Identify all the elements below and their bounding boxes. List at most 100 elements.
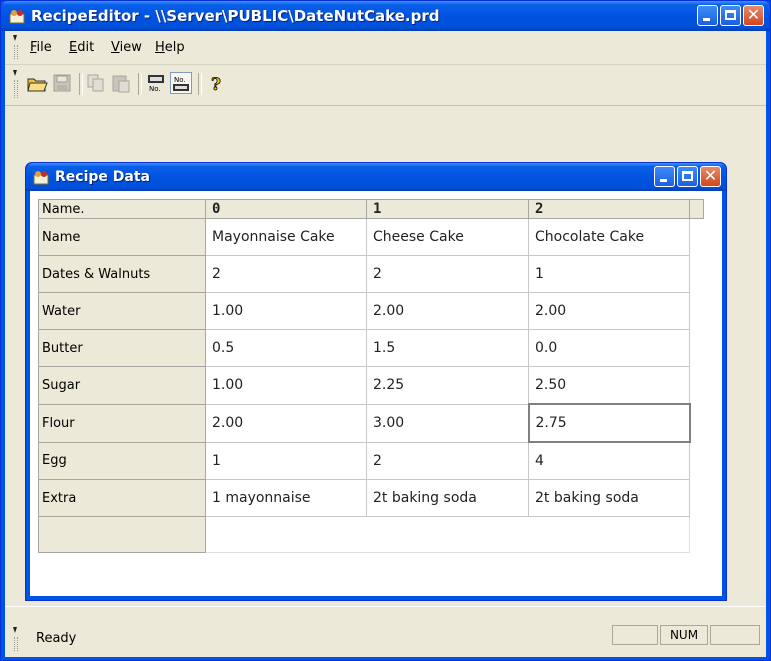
grid-row-header[interactable]: Name: [38, 218, 206, 256]
grid-row-header[interactable]: Flour: [38, 403, 206, 443]
record-number-button[interactable]: No.: [145, 72, 167, 94]
grid-row: Water 1.00 2.00 2.00: [38, 292, 704, 330]
app-window: RecipeEditor - \\Server\PUBLIC\DateNutCa…: [0, 0, 771, 661]
grid-row-header[interactable]: Name.: [38, 199, 206, 219]
help-question-icon: ?: [211, 75, 222, 96]
copy-icon: [87, 74, 104, 92]
grid-row-header[interactable]: Extra: [38, 479, 206, 517]
grid-row-header[interactable]: Sugar: [38, 366, 206, 405]
save-disk-icon: [53, 74, 71, 92]
maximize-icon: [682, 171, 693, 181]
grid-cell[interactable]: 2.25: [366, 366, 529, 405]
grid-row: Egg 1 2 4: [38, 441, 704, 480]
grid-cell[interactable]: 2: [205, 255, 367, 293]
grid-row-header[interactable]: [38, 516, 206, 553]
grid-cell[interactable]: 1.00: [205, 292, 367, 330]
minimize-button[interactable]: [697, 5, 718, 26]
recipe-window-icon[interactable]: [33, 169, 49, 185]
grid-cell[interactable]: 3.00: [366, 403, 529, 443]
grid-filler: [690, 256, 704, 293]
grid-row-header[interactable]: Egg: [38, 441, 206, 480]
grid-cell[interactable]: 1 mayonnaise: [205, 479, 367, 517]
grid-cell[interactable]: 4: [528, 441, 690, 480]
status-pane-scroll: [710, 625, 760, 645]
close-button[interactable]: ✕: [743, 5, 764, 26]
open-folder-icon: [27, 78, 48, 92]
record-number-alt-button[interactable]: No.: [170, 72, 192, 94]
grid-cell[interactable]: 1: [528, 255, 690, 293]
grid-filler: [690, 293, 704, 330]
menu-view[interactable]: View: [111, 40, 142, 55]
grid-cell[interactable]: Mayonnaise Cake: [205, 218, 367, 256]
grid-cell-empty[interactable]: [205, 516, 690, 553]
grid-cell[interactable]: 2.50: [528, 366, 690, 405]
minimize-icon: [703, 18, 710, 21]
maximize-button[interactable]: [720, 5, 741, 26]
grid-row: Butter 0.5 1.5 0.0: [38, 329, 704, 367]
grid-cell[interactable]: 2t baking soda: [528, 479, 690, 517]
grid-filler: [690, 404, 704, 442]
grid-cell[interactable]: 1.00: [205, 366, 367, 405]
grid-cell[interactable]: 2: [366, 441, 529, 480]
grid-cell[interactable]: 1.5: [366, 329, 529, 367]
statusbar-grip-handle[interactable]: [13, 627, 18, 653]
grid-row-header[interactable]: Butter: [38, 329, 206, 367]
close-icon: ✕: [703, 166, 718, 185]
grid-cell[interactable]: 2.00: [528, 292, 690, 330]
menu-help[interactable]: Help: [155, 40, 185, 55]
grid-filler: [690, 480, 704, 517]
status-bar: Ready NUM: [5, 606, 766, 657]
toolbar-separator: [138, 73, 142, 95]
toolbar-separator: [79, 73, 83, 95]
grid-column-header[interactable]: 2: [528, 199, 690, 219]
child-title-bar[interactable]: Recipe Data ✕: [26, 163, 726, 191]
menu-edit[interactable]: Edit: [69, 40, 94, 55]
grid-cell[interactable]: 2.00: [366, 292, 529, 330]
toolbar-grip-handle[interactable]: [13, 70, 18, 100]
grid-cell[interactable]: 1: [205, 441, 367, 480]
grid-cell[interactable]: 0.5: [205, 329, 367, 367]
grid-row: Flour 2.00 3.00 2.75: [38, 403, 704, 443]
copy-button[interactable]: [85, 72, 107, 94]
open-button[interactable]: [26, 72, 48, 94]
svg-text:No.: No.: [174, 76, 186, 84]
app-icon[interactable]: [9, 8, 25, 24]
grid-cell[interactable]: 2t baking soda: [366, 479, 529, 517]
grid-row-header[interactable]: Water: [38, 292, 206, 330]
child-minimize-button[interactable]: [654, 166, 675, 187]
grid-cell[interactable]: 2: [366, 255, 529, 293]
maximize-icon: [725, 10, 736, 20]
mdi-client-area: Recipe Data ✕ Name. 0 1 2 Name Mayonnais…: [5, 106, 766, 605]
window-title: RecipeEditor - \\Server\PUBLIC\DateNutCa…: [31, 7, 440, 25]
grid-row-empty: [38, 516, 704, 553]
recipe-grid-area: Name. 0 1 2 Name Mayonnaise Cake Cheese …: [30, 191, 722, 596]
recipe-grid: Name. 0 1 2 Name Mayonnaise Cake Cheese …: [38, 199, 704, 553]
grid-filler: [690, 367, 704, 405]
client-area: File Edit View Help No. No. ? Recipe Dat…: [5, 31, 766, 657]
grid-cell-selected[interactable]: 2.75: [527, 403, 691, 443]
grid-row: Extra 1 mayonnaise 2t baking soda 2t bak…: [38, 479, 704, 517]
grid-column-header[interactable]: 1: [366, 199, 529, 219]
child-maximize-button[interactable]: [677, 166, 698, 187]
grid-cell[interactable]: 0.0: [528, 329, 690, 367]
menu-file[interactable]: File: [30, 40, 52, 55]
svg-text:No.: No.: [149, 85, 161, 93]
title-bar[interactable]: RecipeEditor - \\Server\PUBLIC\DateNutCa…: [1, 1, 770, 31]
minimize-icon: [660, 179, 667, 182]
grid-cell[interactable]: 2.00: [205, 403, 367, 443]
grid-column-header-filler: [689, 199, 704, 219]
toolbar: No. No. ?: [5, 65, 766, 106]
grid-filler: [690, 517, 704, 553]
grid-cell[interactable]: Chocolate Cake: [528, 218, 690, 256]
menubar-grip-handle[interactable]: [13, 35, 18, 61]
status-pane-num: NUM: [660, 625, 708, 645]
grid-row-header[interactable]: Dates & Walnuts: [38, 255, 206, 293]
grid-cell[interactable]: Cheese Cake: [366, 218, 529, 256]
child-close-button[interactable]: ✕: [700, 166, 721, 187]
close-icon: ✕: [746, 5, 761, 24]
grid-row: Name Mayonnaise Cake Cheese Cake Chocola…: [38, 218, 704, 256]
save-button[interactable]: [51, 72, 73, 94]
help-button[interactable]: ?: [205, 72, 227, 96]
paste-button[interactable]: [110, 72, 132, 94]
grid-column-header[interactable]: 0: [205, 199, 367, 219]
